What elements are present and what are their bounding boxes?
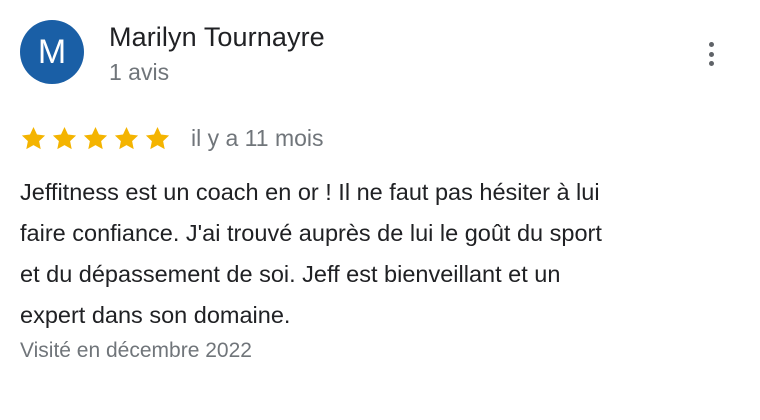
more-options-button[interactable]: [700, 38, 722, 70]
star-icon: [114, 126, 139, 149]
author-name[interactable]: Marilyn Tournayre: [109, 22, 325, 53]
star-rating: [20, 125, 171, 152]
more-vertical-icon-dot: [708, 51, 714, 57]
review-count: 1 avis: [109, 59, 170, 85]
more-vertical-icon: [708, 42, 714, 47]
review-text-line: et du dépassement de soi. Jeff est bienv…: [20, 261, 561, 287]
review-text-line: expert dans son domaine.: [20, 302, 291, 328]
avatar-letter: M: [37, 32, 67, 71]
avatar[interactable]: M: [20, 20, 84, 84]
review-text: Jeffitness est un coach en or ! Il ne fa…: [20, 172, 740, 336]
more-vertical-icon-dot: [708, 61, 714, 66]
star-icon: [52, 126, 77, 149]
star-icon: [83, 126, 108, 149]
star-icon: [21, 126, 46, 149]
review-text-line: faire confiance. J'ai trouvé auprès de l…: [20, 220, 602, 246]
review-header: M Marilyn Tournayre 1 avis: [20, 20, 740, 85]
star-icon: [145, 126, 170, 149]
review-card: M Marilyn Tournayre 1 avis il y a 11 moi…: [0, 0, 760, 420]
review-date: il y a 11 mois: [191, 124, 324, 151]
review-text-line: Jeffitness est un coach en or ! Il ne fa…: [20, 179, 600, 205]
visit-date: Visité en décembre 2022: [20, 339, 252, 362]
rating-row: il y a 11 mois: [20, 123, 324, 153]
